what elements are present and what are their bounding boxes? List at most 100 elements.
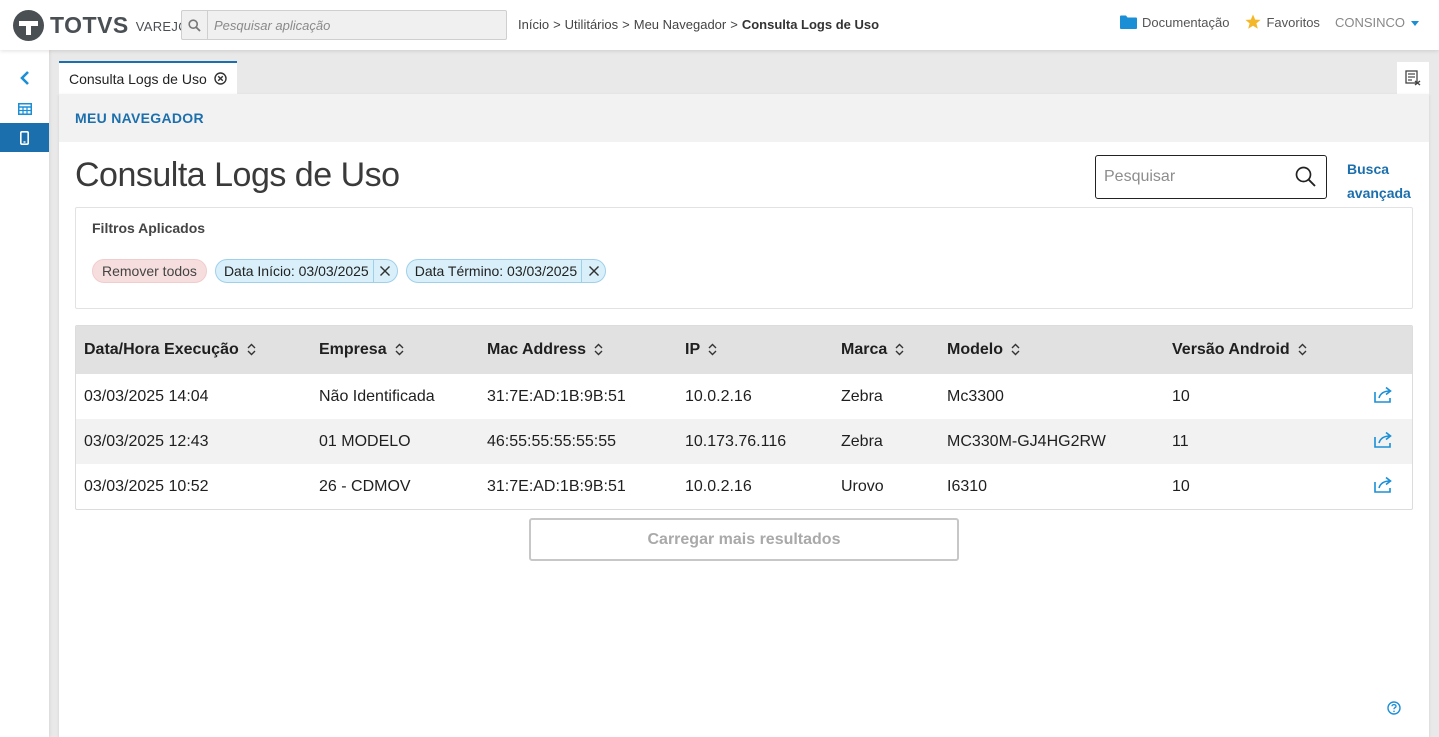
advanced-search-link[interactable]: Busca avançada: [1347, 157, 1417, 205]
sort-icon: [395, 343, 404, 356]
table-row[interactable]: 03/03/2025 14:04 Não Identificada 31:7E:…: [76, 374, 1412, 419]
sort-icon: [895, 343, 904, 356]
breadcrumb-item-current: Consulta Logs de Uso: [741, 17, 880, 32]
sort-icon: [247, 343, 256, 356]
page-title: Consulta Logs de Uso: [75, 156, 400, 194]
advanced-search-line2: avançada: [1347, 185, 1411, 201]
breadcrumb-separator: >: [553, 17, 561, 32]
search-icon[interactable]: [1295, 166, 1316, 187]
favorites-link[interactable]: Favoritos: [1245, 14, 1320, 30]
cell-ip: 10.173.76.116: [677, 419, 833, 464]
cell-ip: 10.0.2.16: [685, 387, 752, 405]
mobile-icon: [20, 130, 29, 145]
top-header: TOTVS VAREJO Início>Utilitários>Meu Nave…: [0, 0, 1439, 50]
cell-empresa: Não Identificada: [319, 387, 435, 405]
cell-mac-address: 46:55:55:55:55:55: [479, 419, 677, 464]
page-search: [1095, 155, 1327, 199]
cell-actions: [1344, 419, 1412, 464]
cell-modelo: MC330M-GJ4HG2RW: [939, 419, 1164, 464]
documentation-label: Documentação: [1142, 14, 1230, 30]
share-icon[interactable]: [1374, 476, 1394, 493]
column-header-actions: [1344, 326, 1412, 374]
tab-bar: Consulta Logs de Uso: [59, 61, 237, 94]
logs-table: Data/Hora Execução Empresa Mac Address I…: [75, 325, 1413, 510]
table-row[interactable]: 03/03/2025 12:43 01 MODELO 46:55:55:55:5…: [76, 419, 1412, 464]
cell-marca: Zebra: [833, 419, 939, 464]
caret-down-icon: [1411, 20, 1419, 26]
table-header-row: Data/Hora Execução Empresa Mac Address I…: [76, 326, 1412, 374]
sort-icon: [1011, 343, 1020, 356]
filter-chips: Remover todos Data Início: 03/03/2025 Da…: [92, 259, 614, 283]
collapse-menu-button[interactable]: [0, 64, 49, 92]
breadcrumb-item-meu-navegador[interactable]: Meu Navegador: [634, 17, 727, 32]
remove-all-filters-button[interactable]: Remover todos: [92, 259, 207, 283]
cell-marca: Zebra: [841, 387, 883, 405]
folder-icon: [1120, 15, 1138, 29]
left-rail: [0, 50, 49, 737]
logo-text: TOTVS: [50, 11, 129, 38]
app-search-input[interactable]: [208, 17, 498, 33]
cell-actions: [1344, 464, 1412, 509]
cell-modelo: Mc3300: [947, 387, 1004, 405]
sort-icon: [1298, 343, 1307, 356]
totvs-logo[interactable]: TOTVS VAREJO: [13, 9, 189, 41]
main-content: MEU NAVEGADOR Consulta Logs de Uso Busca…: [59, 94, 1429, 737]
cell-data-hora: 03/03/2025 14:04: [84, 387, 209, 405]
filter-chip-label: Data Início: 03/03/2025: [223, 263, 369, 279]
cell-data-hora: 03/03/2025 10:52: [84, 477, 209, 495]
cell-data-hora: 03/03/2025 12:43: [76, 419, 311, 464]
breadcrumb-item-inicio[interactable]: Início: [518, 17, 549, 32]
filter-chip-end-date: Data Término: 03/03/2025: [405, 259, 607, 283]
table-row[interactable]: 03/03/2025 10:52 26 - CDMOV 31:7E:AD:1B:…: [76, 464, 1412, 509]
table-icon: [17, 102, 32, 115]
user-name: CONSINCO: [1334, 14, 1405, 30]
filter-chip-start-date: Data Início: 03/03/2025: [214, 259, 398, 283]
column-header-mac-address[interactable]: Mac Address: [479, 326, 677, 374]
cell-versao-android: 11: [1164, 419, 1344, 464]
help-icon: [1387, 701, 1401, 715]
section-title: MEU NAVEGADOR: [59, 94, 1429, 142]
documentation-link[interactable]: Documentação: [1120, 15, 1229, 30]
totvs-logo-icon: [13, 9, 44, 41]
breadcrumb: Início > Utilitários > Meu Navegador > Consult…: [518, 17, 879, 32]
share-icon[interactable]: [1374, 431, 1394, 448]
column-header-marca[interactable]: Marca: [833, 326, 939, 374]
breadcrumb-separator: >: [730, 17, 738, 32]
column-header-empresa[interactable]: Empresa: [311, 326, 479, 374]
filter-chip-label: Data Término: 03/03/2025: [414, 263, 578, 279]
remove-filter-icon[interactable]: [372, 260, 397, 282]
share-icon[interactable]: [1374, 386, 1394, 403]
cell-marca: Urovo: [841, 477, 884, 495]
close-tab-icon[interactable]: [214, 72, 227, 85]
cell-mac-address: 31:7E:AD:1B:9B:51: [487, 387, 626, 405]
tab-label: Consulta Logs de Uso: [69, 70, 207, 87]
load-more-button[interactable]: Carregar mais resultados: [529, 518, 959, 561]
breadcrumb-item-utilitarios[interactable]: Utilitários: [565, 17, 618, 32]
cell-mac-address: 31:7E:AD:1B:9B:51: [487, 477, 626, 495]
app-search: [181, 10, 507, 40]
column-header-versao-android[interactable]: Versão Android: [1164, 326, 1344, 374]
cell-empresa: 01 MODELO: [311, 419, 479, 464]
breadcrumb-separator: >: [622, 17, 630, 32]
tab-consulta-logs[interactable]: Consulta Logs de Uso: [59, 61, 237, 94]
cell-versao-android: 10: [1172, 477, 1190, 495]
sort-icon: [708, 343, 717, 356]
tab-list-button[interactable]: [1397, 62, 1429, 94]
cell-actions: [1344, 374, 1412, 419]
column-header-data-hora[interactable]: Data/Hora Execução: [76, 326, 311, 374]
rail-item-grid[interactable]: [0, 94, 49, 123]
search-icon[interactable]: [182, 11, 208, 39]
applied-filters-panel: Filtros Aplicados Remover todos Data Iní…: [75, 207, 1413, 309]
cell-modelo: I6310: [947, 477, 988, 495]
document-list-icon: [1405, 70, 1421, 86]
column-header-ip[interactable]: IP: [677, 326, 833, 374]
sort-icon: [594, 343, 603, 356]
rail-item-mobile[interactable]: [0, 123, 49, 152]
remove-filter-icon[interactable]: [581, 260, 605, 282]
user-menu[interactable]: CONSINCO: [1335, 15, 1419, 30]
filters-label: Filtros Aplicados: [92, 220, 206, 236]
column-header-modelo[interactable]: Modelo: [939, 326, 1164, 374]
search-input[interactable]: [1104, 168, 1289, 186]
help-button[interactable]: [1387, 701, 1401, 720]
cell-empresa: 26 - CDMOV: [319, 477, 411, 495]
